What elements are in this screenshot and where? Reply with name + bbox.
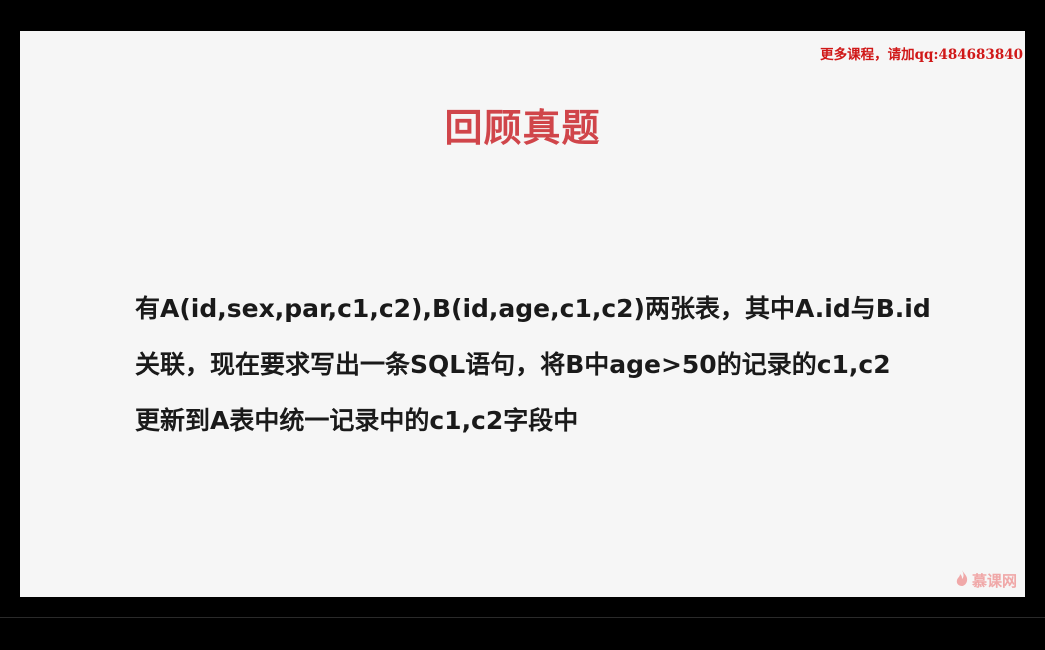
slide-title: 回顾真题 (444, 106, 601, 150)
question-line: 关联，现在要求写出一条SQL语句，将B中age>50的记录的c1,c2 (135, 350, 891, 379)
question-text: 有A(id,sex,par,c1,c2),B(id,age,c1,c2)两张表，… (135, 281, 965, 449)
question-line: 更新到A表中统一记录中的c1,c2字段中 (135, 406, 579, 435)
watermark: 慕课网 (955, 569, 1017, 591)
watermark-label: 慕课网 (971, 571, 1017, 590)
corner-note: 更多课程，请加qq:484683840 (820, 47, 1023, 63)
slide: 更多课程，请加qq:484683840 回顾真题 有A(id,sex,par,c… (20, 31, 1025, 597)
player-bottom-bar (0, 597, 1045, 650)
video-player-frame: 更多课程，请加qq:484683840 回顾真题 有A(id,sex,par,c… (0, 0, 1045, 650)
question-line: 有A(id,sex,par,c1,c2),B(id,age,c1,c2)两张表，… (135, 294, 931, 323)
flame-icon (955, 569, 969, 591)
progress-track[interactable] (0, 617, 1045, 618)
